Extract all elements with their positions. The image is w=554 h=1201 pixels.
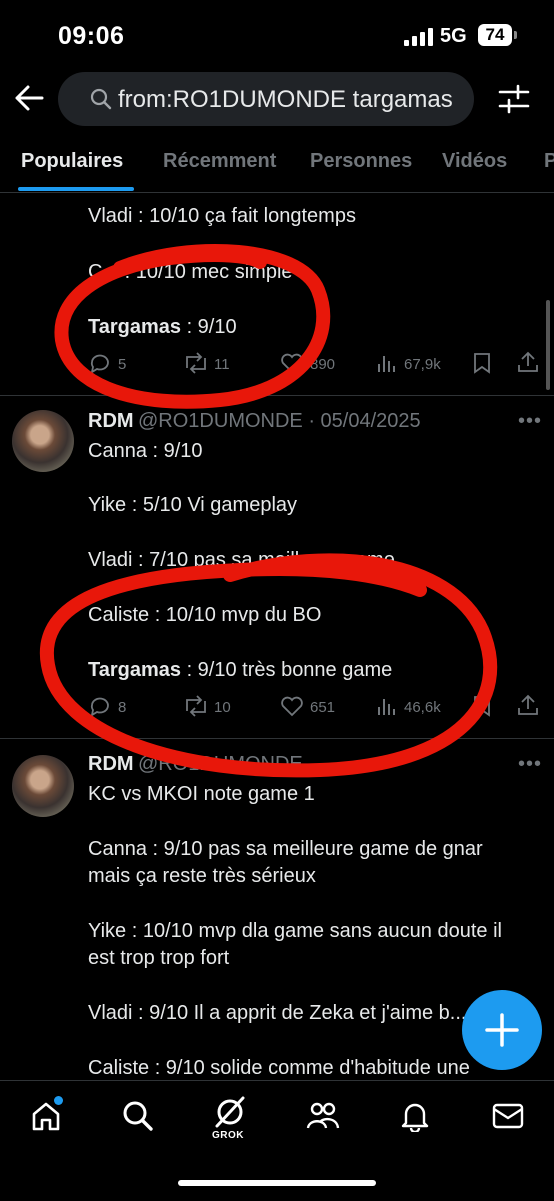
grok-label: GROK (212, 1130, 244, 1141)
grok-icon[interactable] (212, 1094, 248, 1130)
compose-button[interactable] (462, 990, 542, 1070)
plus-icon (485, 1013, 519, 1047)
notifications-bell-icon[interactable] (400, 1100, 430, 1132)
messages-mail-icon[interactable] (492, 1103, 524, 1129)
notification-dot (54, 1096, 63, 1105)
home-indicator[interactable] (178, 1180, 376, 1186)
communities-icon[interactable] (306, 1100, 340, 1132)
search-nav-icon[interactable] (122, 1100, 154, 1132)
